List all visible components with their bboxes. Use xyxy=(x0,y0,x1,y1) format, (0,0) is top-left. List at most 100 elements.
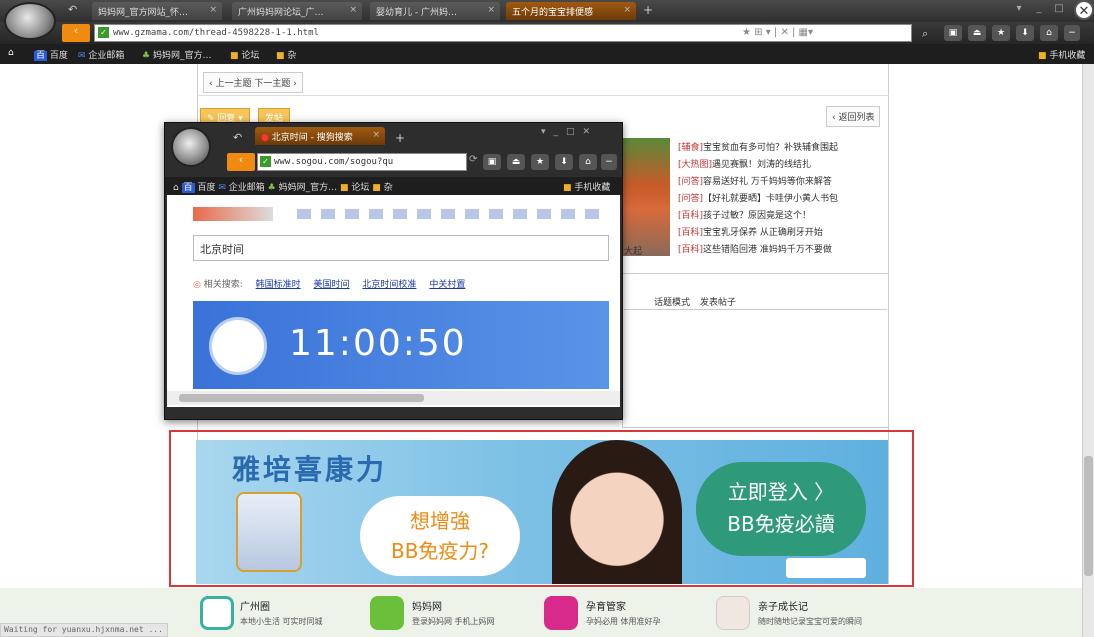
search-icon[interactable]: ⌕ xyxy=(922,27,928,41)
close-icon[interactable]: × xyxy=(487,5,495,15)
maximize-button[interactable]: □ xyxy=(1052,3,1066,17)
bookmark-baidu[interactable]: 百 百度 xyxy=(34,48,68,61)
bookmark-mail[interactable]: ✉ 企业邮箱 xyxy=(78,48,124,61)
download-icon[interactable]: ⬇ xyxy=(555,154,573,170)
tab-label: 北京时间 - 搜狗搜索 xyxy=(271,133,353,143)
related-link[interactable]: 韩国标准时 xyxy=(256,280,301,290)
column-header[interactable]: 话题模式 xyxy=(654,298,690,308)
mama-app-icon[interactable] xyxy=(370,596,404,630)
related-link[interactable]: 美国时间 xyxy=(314,280,350,290)
list-item[interactable]: [辅食]宝宝贫血有多可怕？补铁辅食围起 xyxy=(678,140,888,157)
home-icon[interactable]: ⌂ xyxy=(173,183,182,193)
recommend-list: [辅食]宝宝贫血有多可怕？补铁辅食围起 [大热图]遇见赛飘！刘涛的线结扎 [问答… xyxy=(678,140,888,259)
new-tab-button[interactable]: + xyxy=(395,131,405,145)
status-bar: Waiting for yuanxu.hjxnma.net ... xyxy=(0,623,168,637)
footer-title[interactable]: 亲子成长记 xyxy=(758,598,808,613)
bookmark-label: 手机收藏 xyxy=(1049,51,1086,61)
download-icon[interactable]: ⬇ xyxy=(1016,25,1034,41)
extension-icon[interactable]: ⌂ xyxy=(579,154,597,170)
mobile-bookmarks[interactable]: ■ 手机收藏 xyxy=(563,180,610,193)
star-icon[interactable]: ★ ⊞ ▾ | ✕ | ▦▾ xyxy=(742,27,813,38)
growth-app-icon[interactable] xyxy=(716,596,750,630)
bookmark-label[interactable]: 企业邮箱 xyxy=(229,183,265,193)
url-input[interactable]: www.sogou.com/sogou?qu xyxy=(257,153,467,171)
prev-next-nav[interactable]: ‹ 上一主题 下一主题 › xyxy=(203,72,303,93)
lock-icon[interactable]: ⏏ xyxy=(968,25,986,41)
undo-close-icon[interactable]: ↶ xyxy=(233,131,242,144)
tab-label: 五个月的宝宝排便感 xyxy=(512,8,594,18)
favorite-icon[interactable]: ★ xyxy=(992,25,1010,41)
leaf-icon: ♣ xyxy=(142,51,151,61)
browser-logo-icon[interactable] xyxy=(171,127,211,167)
menu-icon[interactable]: − xyxy=(601,154,617,170)
item-tag: [大热图] xyxy=(678,160,713,170)
list-item[interactable]: [百科]宝宝乳牙保养 从正确刷牙开始 xyxy=(678,225,888,242)
back-button[interactable]: ‹ xyxy=(62,24,90,42)
close-icon[interactable]: × xyxy=(209,5,217,15)
lock-icon[interactable]: ⏏ xyxy=(507,154,525,170)
scroll-thumb[interactable] xyxy=(179,394,424,402)
tab-sogou[interactable]: ● 北京时间 - 搜狗搜索 × xyxy=(255,127,385,145)
browser-logo-icon[interactable] xyxy=(4,2,56,40)
bookmark-forum[interactable]: ■ 论坛 xyxy=(230,48,259,61)
menu-icon[interactable]: − xyxy=(1064,25,1080,41)
favorite-icon[interactable]: ★ xyxy=(531,154,549,170)
sogou-logo xyxy=(193,207,273,221)
bookmark-label[interactable]: 杂 xyxy=(384,183,393,193)
scroll-thumb[interactable] xyxy=(1084,456,1093,576)
horizontal-scrollbar[interactable] xyxy=(167,391,620,405)
minimize-button[interactable]: _ xyxy=(1032,3,1046,17)
toolbar-button[interactable]: ▣ xyxy=(944,25,962,41)
extension-icon[interactable]: ⌂ xyxy=(1040,25,1058,41)
bookmark-label[interactable]: 论坛 xyxy=(351,183,369,193)
related-link[interactable]: 北京时间校准 xyxy=(362,280,416,290)
sogou-page: 北京时间 ◎ 相关搜索: 韩国标准时 美国时间 北京时间校准 中关村置 11:0… xyxy=(167,195,620,407)
footer-title[interactable]: 广州圈 xyxy=(240,598,270,613)
mail-icon: ✉ xyxy=(78,51,86,61)
column-header[interactable]: 发表帖子 xyxy=(700,298,736,308)
avatar-caption: 大起 xyxy=(624,247,643,257)
new-tab-button[interactable]: + xyxy=(643,3,653,17)
close-icon[interactable]: × xyxy=(623,5,631,15)
footer-sub: 随时随地记录宝宝可爱的瞬间 xyxy=(758,617,862,626)
search-input[interactable]: 北京时间 xyxy=(193,235,609,261)
bookmark-label: 妈妈网_官方… xyxy=(152,51,212,61)
bookmark-label[interactable]: 妈妈网_官方… xyxy=(279,183,338,193)
related-link[interactable]: 中关村置 xyxy=(429,280,465,290)
window-controls[interactable]: ▾_□✕ xyxy=(541,127,598,137)
close-icon[interactable]: × xyxy=(349,5,357,15)
back-to-list-button[interactable]: ‹ 返回列表 xyxy=(826,106,881,127)
sogou-icon: ● xyxy=(261,133,272,143)
pregnancy-app-icon[interactable] xyxy=(544,596,578,630)
tab-3[interactable]: 婴幼育儿 - 广州妈… × xyxy=(370,2,500,20)
bookmark-misc[interactable]: ■ 杂 xyxy=(276,48,296,61)
list-item[interactable]: [百科]这些错陷回港 准妈妈千万不要做 xyxy=(678,242,888,259)
refresh-icon[interactable]: ⟳ xyxy=(469,154,477,165)
clock-icon xyxy=(209,317,267,375)
mobile-bookmarks[interactable]: ■ 手机收藏 xyxy=(1038,48,1085,61)
user-avatar[interactable] xyxy=(622,138,670,256)
skin-icon[interactable]: ▾ xyxy=(1012,3,1026,17)
tab-2[interactable]: 广州妈妈网论坛_广… × xyxy=(232,2,362,20)
list-item[interactable]: [问答]【好礼就要晒】卡哇伊小黄人书包 xyxy=(678,191,888,208)
bookmark-label[interactable]: 百度 xyxy=(197,183,215,193)
bookmark-mama[interactable]: ♣ 妈妈网_官方… xyxy=(142,48,211,61)
list-item[interactable]: [大热图]遇见赛飘！刘涛的线结扎 xyxy=(678,157,888,174)
close-window-button[interactable]: ✕ xyxy=(1074,0,1094,20)
close-icon[interactable]: × xyxy=(372,130,380,140)
tab-4-active[interactable]: 五个月的宝宝排便感 × xyxy=(506,2,636,20)
bookmark-label: 百度 xyxy=(49,51,68,61)
toolbar-button[interactable]: ▣ xyxy=(483,154,501,170)
undo-close-icon[interactable]: ↶ xyxy=(68,3,77,16)
footer-title[interactable]: 妈妈网 xyxy=(412,598,442,613)
home-icon[interactable]: ⌂ xyxy=(8,48,14,58)
tab-1[interactable]: 妈妈网_官方网站_怀… × xyxy=(92,2,222,20)
folder-icon: ■ xyxy=(276,51,285,61)
footer-title[interactable]: 孕育管家 xyxy=(586,598,626,613)
sogou-nav-tabs[interactable] xyxy=(297,209,607,219)
list-item[interactable]: [百科]孩子过敏？原因竟是这个！ xyxy=(678,208,888,225)
back-button[interactable]: ‹ xyxy=(227,153,255,171)
gz-circle-icon[interactable] xyxy=(200,596,234,630)
list-item[interactable]: [问答]容易送好礼 万千妈妈等你来解答 xyxy=(678,174,888,191)
folder-icon: ■ xyxy=(563,183,572,193)
